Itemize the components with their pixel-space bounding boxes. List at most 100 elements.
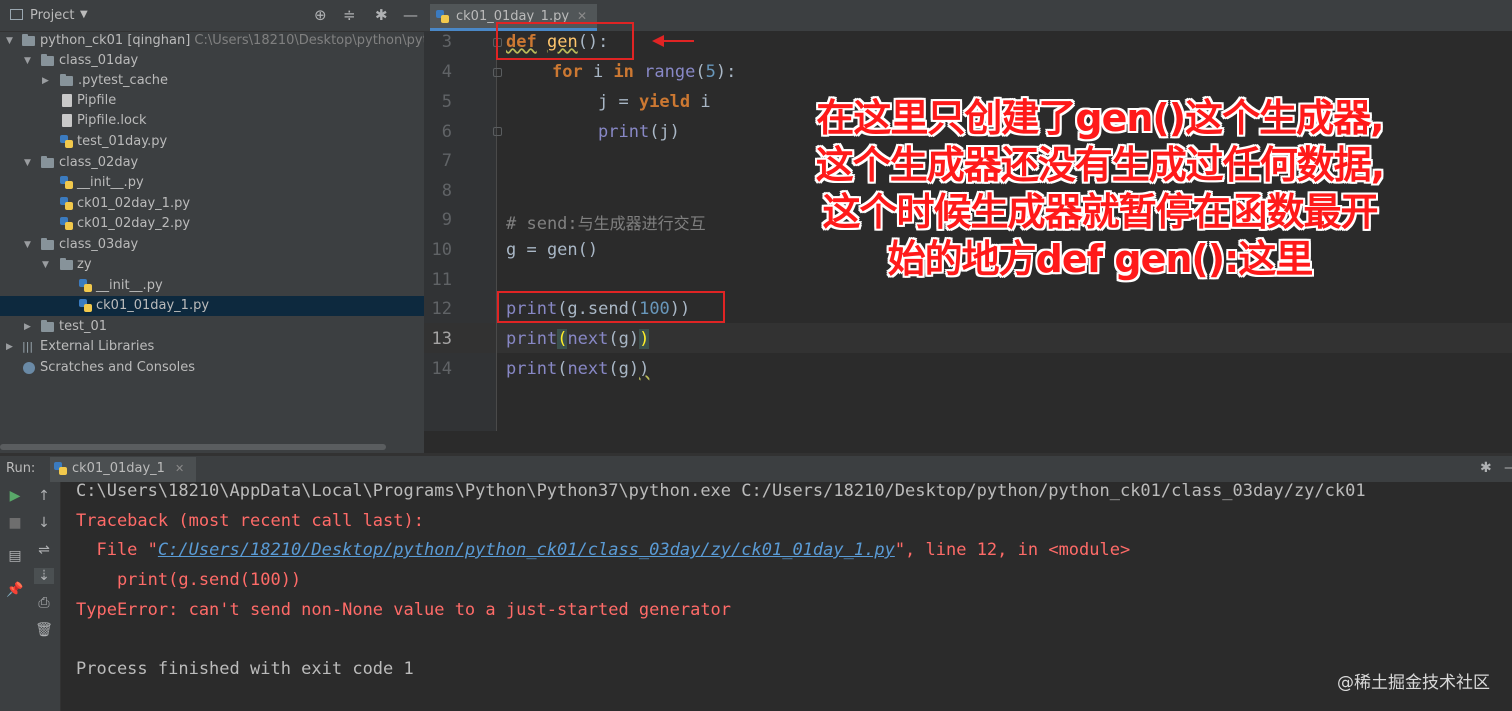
code-line-5[interactable]: j = yield i	[598, 92, 711, 112]
code-line-10[interactable]: g = gen()	[506, 240, 598, 260]
stop-icon[interactable]: ■	[5, 515, 25, 531]
tree-item-project-root[interactable]: ▼ python_ck01 [qinghan] C:\Users\18210\D…	[0, 31, 424, 51]
collapse-arrow-icon[interactable]: ▶	[6, 337, 13, 357]
python-file-icon	[60, 176, 73, 189]
tree-item-folder[interactable]: ▶ .pytest_cache	[0, 71, 424, 91]
tree-item-folder[interactable]: ▶ test_01	[0, 317, 424, 337]
gear-icon[interactable]: ✱	[375, 6, 388, 24]
rerun-icon[interactable]: ▶	[5, 488, 25, 504]
horizontal-scrollbar[interactable]	[0, 444, 386, 450]
code-text: j =	[598, 92, 639, 112]
builtin: print	[598, 122, 650, 142]
line-number: 7	[441, 151, 452, 171]
target-icon[interactable]: ⊕	[314, 6, 327, 24]
python-file-icon	[60, 197, 73, 210]
python-file-icon	[60, 135, 73, 148]
tree-item-label: python_ck01 [qinghan]	[40, 33, 191, 48]
arrow-down-icon[interactable]: ↓	[34, 515, 54, 531]
builtin: print	[506, 329, 558, 349]
fold-marker-icon[interactable]	[493, 68, 502, 77]
code-line-6[interactable]: print(j)	[598, 122, 680, 142]
line-number: 4	[441, 62, 452, 82]
console-exit-line: Process finished with exit code 1	[76, 659, 414, 679]
matched-paren: )	[639, 329, 650, 349]
expand-arrow-icon[interactable]: ▼	[24, 51, 31, 71]
tree-item-file[interactable]: __init__.py	[0, 173, 424, 193]
line-number: 10	[431, 240, 452, 260]
keyword: in	[613, 62, 634, 82]
highlight-box-send	[497, 291, 725, 323]
line-number: 8	[441, 181, 452, 201]
file-link[interactable]: C:/Users/18210/Desktop/python/python_ck0…	[158, 540, 895, 560]
console-file-line: File "C:/Users/18210/Desktop/python/pyth…	[76, 540, 1130, 560]
tree-item-path: C:\Users\18210\Desktop\python\python	[194, 33, 424, 48]
tree-item-scratches[interactable]: Scratches and Consoles	[0, 358, 424, 378]
code-text: (g)	[608, 359, 640, 379]
run-tab[interactable]: ck01_01day_1 ✕	[50, 457, 197, 482]
tree-item-folder[interactable]: ▼ class_01day	[0, 51, 424, 71]
pin-icon[interactable]: 📌	[5, 582, 25, 598]
run-label: Run:	[6, 461, 36, 476]
tree-item-label: class_03day	[59, 237, 139, 252]
tree-item-folder[interactable]: ▼ class_02day	[0, 153, 424, 173]
tree-item-label: class_01day	[59, 53, 139, 68]
code-text: g = gen()	[506, 240, 599, 260]
tree-item-label: Scratches and Consoles	[40, 360, 196, 375]
expand-arrow-icon[interactable]: ▼	[42, 255, 49, 275]
console-text: ", line 12, in <module>	[894, 540, 1131, 560]
tree-item-file[interactable]: test_01day.py	[0, 132, 424, 152]
tree-item-file[interactable]: ck01_02day_2.py	[0, 214, 424, 234]
close-icon[interactable]: ✕	[175, 462, 184, 475]
arrow-up-icon[interactable]: ↑	[34, 488, 54, 504]
folder-icon	[41, 320, 54, 332]
tree-item-folder[interactable]: ▼ zy	[0, 255, 424, 275]
fold-marker-icon[interactable]	[493, 127, 502, 136]
layout-icon[interactable]: ▤	[5, 548, 25, 564]
project-title[interactable]: Project	[30, 8, 74, 23]
line-number: 9	[441, 210, 452, 230]
code-text: i	[582, 62, 614, 82]
code-line-14[interactable]: print(next(g))	[506, 359, 649, 379]
tree-item-file[interactable]: __init__.py	[0, 276, 424, 296]
minimize-icon[interactable]: —	[1504, 460, 1512, 476]
tree-item-file[interactable]: Pipfile.lock	[0, 111, 424, 131]
print-icon[interactable]: ⎙	[34, 595, 54, 611]
collapse-arrow-icon[interactable]: ▶	[42, 71, 49, 91]
expand-arrow-icon[interactable]: ▼	[24, 235, 31, 255]
tree-item-folder[interactable]: ▼ class_03day	[0, 235, 424, 255]
folder-icon	[60, 258, 73, 270]
console-error-line: TypeError: can't send non-None value to …	[76, 600, 732, 620]
code-line-13[interactable]: print(next(g))	[506, 329, 650, 349]
code-line-9[interactable]: # send:与生成器进行交互	[506, 210, 706, 234]
expand-arrow-icon[interactable]: ▼	[6, 31, 13, 51]
close-icon[interactable]: ✕	[577, 9, 587, 23]
tree-item-label: External Libraries	[40, 339, 155, 354]
comment: # send:	[506, 214, 578, 234]
tree-item-libraries[interactable]: ▶ ||| External Libraries	[0, 337, 424, 357]
tree-item-label: zy	[77, 257, 92, 272]
expand-arrow-icon[interactable]: ▼	[24, 153, 31, 173]
collapse-icon[interactable]: ≑	[343, 6, 356, 24]
tree-item-label: __init__.py	[77, 175, 144, 190]
tree-item-file[interactable]: Pipfile	[0, 91, 424, 111]
gutter-separator	[496, 31, 497, 431]
console-text: File "	[76, 540, 158, 560]
tree-item-label: test_01day.py	[77, 134, 168, 149]
tree-item-label: Pipfile	[77, 93, 117, 108]
console-traceback-line: Traceback (most recent call last):	[76, 511, 424, 531]
scroll-to-end-icon[interactable]: ⇣	[34, 568, 54, 584]
soft-wrap-icon[interactable]: ⇌	[34, 542, 54, 558]
minimize-icon[interactable]: —	[403, 6, 418, 24]
collapse-arrow-icon[interactable]: ▶	[24, 317, 31, 337]
tree-item-file[interactable]: ck01_02day_1.py	[0, 194, 424, 214]
tree-item-label: class_02day	[59, 155, 139, 170]
gear-icon[interactable]: ✱	[1480, 460, 1492, 476]
tree-item-file-selected[interactable]: ck01_01day_1.py	[0, 296, 424, 316]
tree-item-label: ck01_01day_1.py	[96, 298, 210, 313]
arrow-left-icon	[652, 35, 664, 47]
code-line-4[interactable]: for i in range(5):	[552, 62, 736, 82]
trash-icon[interactable]: 🗑	[34, 622, 54, 638]
folder-icon	[22, 34, 35, 46]
chevron-down-icon[interactable]: ▼	[80, 9, 88, 20]
code-text: (	[695, 62, 706, 82]
